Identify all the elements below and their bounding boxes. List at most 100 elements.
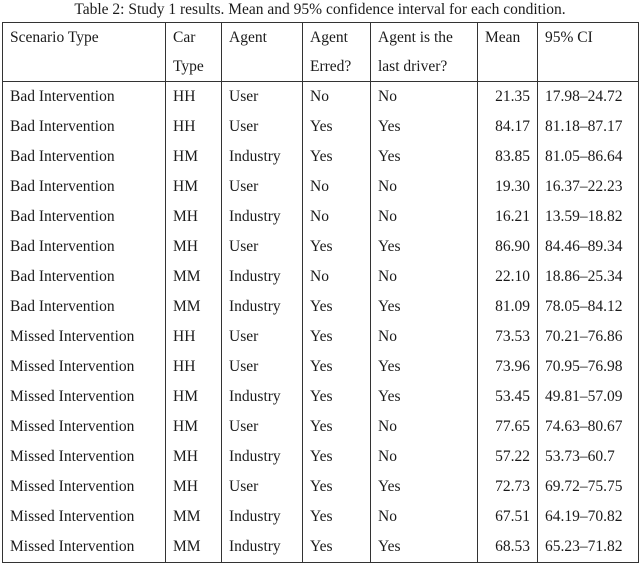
- cell-mean: 57.22: [477, 442, 538, 472]
- table-body: Bad Intervention HH User No No 21.35 17.98–24.…: [2, 81, 639, 563]
- table-row: Bad Intervention HM Industry Yes Yes 83.85 81.…: [2, 142, 639, 172]
- header-row: Scenario Type Car Type Agent Agent Erred? Agen…: [2, 22, 639, 82]
- cell-mean: 84.17: [477, 112, 538, 142]
- cell-agent-erred: Yes: [302, 532, 371, 563]
- cell-agent-erred: Yes: [302, 352, 371, 382]
- cell-mean: 73.53: [477, 322, 538, 352]
- cell-agent: User: [221, 81, 303, 112]
- cell-agent-last-driver: No: [370, 442, 478, 472]
- cell-car-type: MH: [165, 232, 222, 262]
- cell-agent-last-driver: Yes: [370, 472, 478, 502]
- cell-mean: 67.51: [477, 502, 538, 532]
- cell-car-type: MH: [165, 472, 222, 502]
- cell-scenario-type: Missed Intervention: [2, 382, 166, 412]
- cell-agent-last-driver: Yes: [370, 352, 478, 382]
- cell-agent: Industry: [221, 442, 303, 472]
- cell-agent: User: [221, 472, 303, 502]
- table-row: Missed Intervention MM Industry Yes Yes 68.53…: [2, 532, 639, 563]
- cell-agent-erred: Yes: [302, 442, 371, 472]
- cell-car-type: MM: [165, 292, 222, 322]
- cell-ci-95: 18.86–25.34: [537, 262, 639, 292]
- header-line: Agent is the: [378, 29, 453, 46]
- table-row: Bad Intervention HH User No No 21.35 17.98–24.…: [2, 81, 639, 112]
- cell-agent: User: [221, 112, 303, 142]
- cell-car-type: HH: [165, 322, 222, 352]
- cell-scenario-type: Bad Intervention: [2, 262, 166, 292]
- cell-ci-95: 69.72–75.75: [537, 472, 639, 502]
- cell-agent-erred: No: [302, 202, 371, 232]
- cell-agent-last-driver: No: [370, 262, 478, 292]
- cell-car-type: HH: [165, 352, 222, 382]
- cell-agent-erred: Yes: [302, 322, 371, 352]
- cell-agent-last-driver: Yes: [370, 112, 478, 142]
- cell-scenario-type: Missed Intervention: [2, 412, 166, 442]
- cell-car-type: MH: [165, 202, 222, 232]
- column-header-agent-last-driver: Agent is the last driver?: [370, 22, 478, 82]
- cell-car-type: MM: [165, 502, 222, 532]
- cell-agent-erred: No: [302, 262, 371, 292]
- cell-ci-95: 70.95–76.98: [537, 352, 639, 382]
- table-row: Missed Intervention HM Industry Yes Yes 53.45…: [2, 382, 639, 412]
- cell-car-type: HH: [165, 81, 222, 112]
- header-line: [485, 52, 530, 81]
- header-line: Car: [173, 29, 196, 46]
- cell-agent: User: [221, 172, 303, 202]
- cell-scenario-type: Missed Intervention: [2, 532, 166, 563]
- table-row: Bad Intervention MH Industry No No 16.21 13.59…: [2, 202, 639, 232]
- cell-agent: Industry: [221, 262, 303, 292]
- cell-agent-last-driver: No: [370, 322, 478, 352]
- cell-agent: User: [221, 352, 303, 382]
- cell-ci-95: 74.63–80.67: [537, 412, 639, 442]
- table-row: Bad Intervention MH User Yes Yes 86.90 84.46–8…: [2, 232, 639, 262]
- column-header-scenario-type: Scenario Type: [2, 22, 166, 82]
- table-row: Bad Intervention MM Industry Yes Yes 81.09 78.…: [2, 292, 639, 322]
- table-row: Bad Intervention MM Industry No No 22.10 18.86…: [2, 262, 639, 292]
- cell-ci-95: 53.73–60.7: [537, 442, 639, 472]
- cell-agent-last-driver: Yes: [370, 532, 478, 563]
- cell-ci-95: 13.59–18.82: [537, 202, 639, 232]
- cell-mean: 16.21: [477, 202, 538, 232]
- table-row: Missed Intervention HH User Yes No 73.53 70.21…: [2, 322, 639, 352]
- cell-car-type: MH: [165, 442, 222, 472]
- column-header-mean: Mean: [477, 22, 538, 82]
- cell-scenario-type: Missed Intervention: [2, 502, 166, 532]
- header-line: last driver?: [378, 58, 448, 75]
- cell-car-type: HM: [165, 172, 222, 202]
- cell-scenario-type: Missed Intervention: [2, 472, 166, 502]
- cell-agent-last-driver: No: [370, 202, 478, 232]
- cell-ci-95: 64.19–70.82: [537, 502, 639, 532]
- cell-mean: 68.53: [477, 532, 538, 563]
- cell-agent-erred: Yes: [302, 232, 371, 262]
- cell-mean: 22.10: [477, 262, 538, 292]
- cell-mean: 21.35: [477, 81, 538, 112]
- cell-scenario-type: Missed Intervention: [2, 322, 166, 352]
- table-row: Missed Intervention HM User Yes No 77.65 74.63…: [2, 412, 639, 442]
- column-header-agent: Agent: [221, 22, 303, 82]
- column-header-agent-erred: Agent Erred?: [302, 22, 371, 82]
- header-line: Erred?: [310, 58, 352, 75]
- header-line: Agent: [229, 29, 267, 46]
- results-table: Scenario Type Car Type Agent Agent Erred? Agen…: [2, 22, 639, 563]
- cell-car-type: HM: [165, 412, 222, 442]
- cell-mean: 83.85: [477, 142, 538, 172]
- cell-agent-last-driver: No: [370, 412, 478, 442]
- cell-agent: Industry: [221, 142, 303, 172]
- header-line: Mean: [485, 29, 521, 46]
- cell-agent-erred: Yes: [302, 412, 371, 442]
- cell-agent-erred: Yes: [302, 142, 371, 172]
- cell-scenario-type: Bad Intervention: [2, 81, 166, 112]
- cell-ci-95: 49.81–57.09: [537, 382, 639, 412]
- cell-agent-last-driver: Yes: [370, 292, 478, 322]
- cell-scenario-type: Bad Intervention: [2, 232, 166, 262]
- cell-scenario-type: Missed Intervention: [2, 352, 166, 382]
- cell-agent-last-driver: No: [370, 502, 478, 532]
- header-line: 95% CI: [545, 29, 593, 46]
- cell-scenario-type: Bad Intervention: [2, 112, 166, 142]
- column-header-car-type: Car Type: [165, 22, 222, 82]
- table-row: Missed Intervention MH Industry Yes No 57.22 5…: [2, 442, 639, 472]
- cell-mean: 72.73: [477, 472, 538, 502]
- table-row: Missed Intervention MM Industry Yes No 67.51 6…: [2, 502, 639, 532]
- cell-mean: 77.65: [477, 412, 538, 442]
- table-row: Bad Intervention HM User No No 19.30 16.37–22.…: [2, 172, 639, 202]
- cell-agent: User: [221, 412, 303, 442]
